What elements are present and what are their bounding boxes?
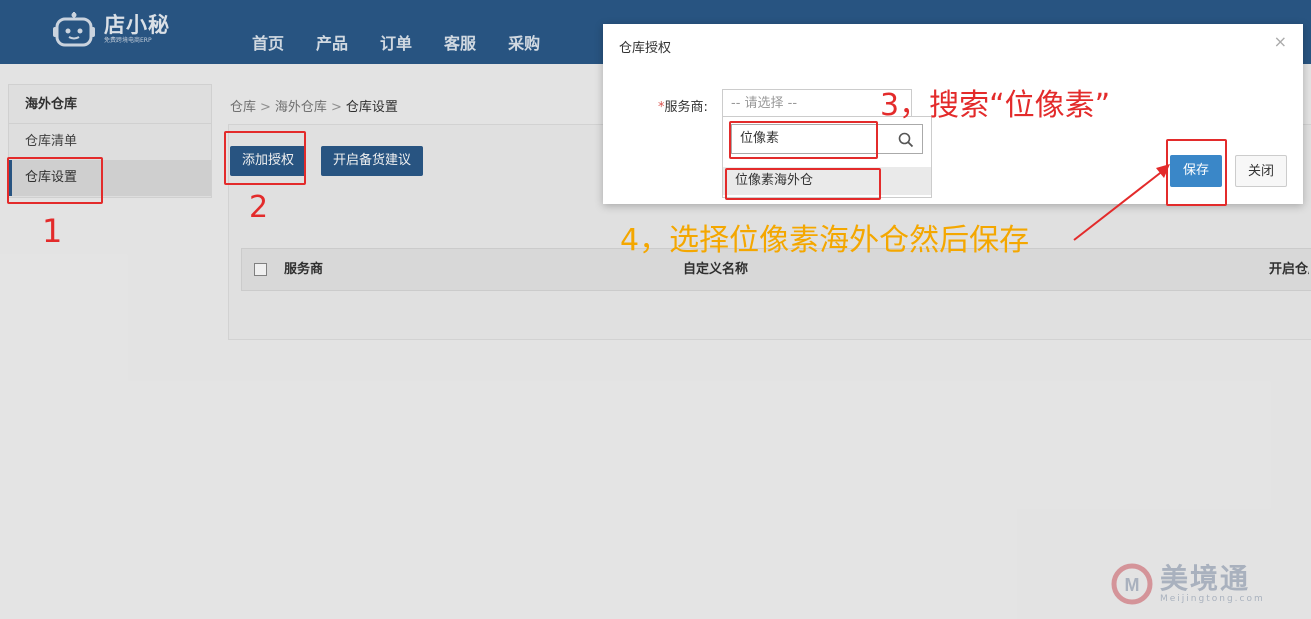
annotation-step-1: 1: [42, 212, 63, 250]
watermark: M 美境通 Meijingtong.com: [1110, 562, 1265, 606]
annotation-box-add-button: [224, 131, 306, 185]
close-icon[interactable]: ×: [1274, 32, 1287, 51]
dialog-title: 仓库授权: [619, 41, 672, 56]
provider-select-placeholder: -- 请选择 --: [731, 96, 798, 111]
close-button[interactable]: 关闭: [1235, 155, 1287, 187]
watermark-url: Meijingtong.com: [1160, 594, 1265, 604]
annotation-step-2: 2: [249, 190, 269, 225]
svg-text:M: M: [1125, 575, 1140, 595]
provider-field-label: *服务商:: [658, 96, 708, 115]
annotation-step-3: 3，搜索“位像素”: [880, 88, 1111, 123]
annotation-box-sidebar: [7, 157, 103, 204]
annotation-step-4: 4，选择位像素海外仓然后保存: [620, 223, 1030, 258]
watermark-logo-icon: M: [1111, 563, 1153, 605]
annotation-arrow: [1073, 164, 1170, 241]
annotation-box-option: [725, 168, 881, 200]
provider-label-text: 服务商:: [664, 100, 708, 115]
annotation-box-search: [729, 121, 878, 159]
watermark-brand: 美境通: [1160, 562, 1251, 595]
search-icon[interactable]: [898, 131, 914, 148]
